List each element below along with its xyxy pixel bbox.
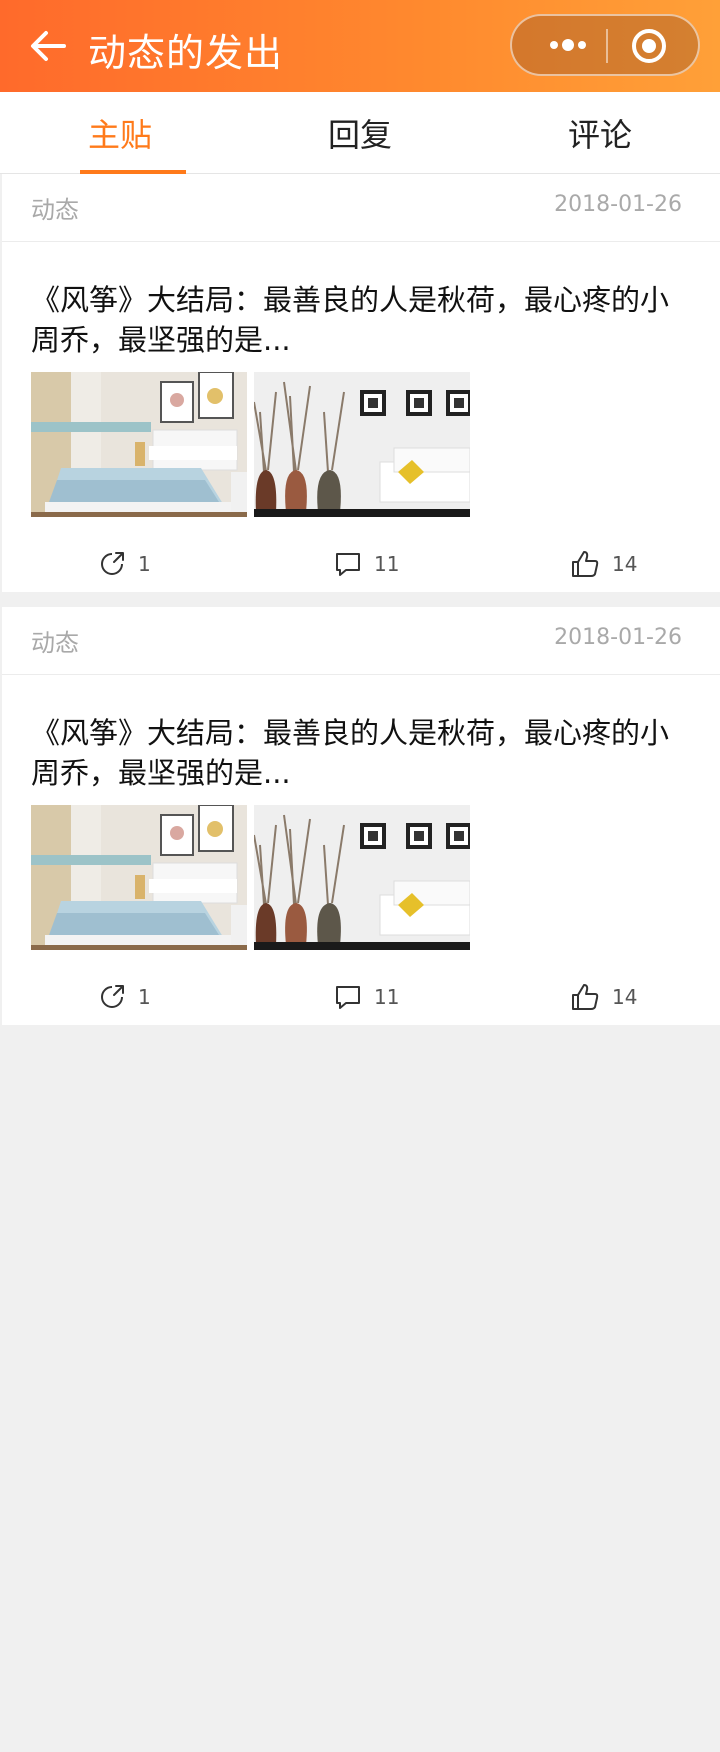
share-icon: [101, 552, 124, 575]
vases-living-room-photo: [254, 372, 470, 517]
post-image-vases[interactable]: [254, 805, 470, 950]
tab-main-posts[interactable]: 主贴: [40, 92, 200, 174]
post-card-header: 动态 2018-01-26: [2, 607, 720, 675]
tab-comments[interactable]: 评论: [520, 92, 680, 174]
tab-replies[interactable]: 回复: [280, 92, 440, 174]
thumbs-up-icon: [572, 984, 599, 1010]
bedroom-photo: [31, 805, 247, 950]
capsule-divider: [606, 29, 608, 63]
comment-count[interactable]: 11: [334, 977, 399, 1017]
share-icon: [101, 985, 124, 1008]
back-button[interactable]: [26, 24, 70, 68]
close-miniprogram-button[interactable]: [630, 27, 668, 65]
post-type: 动态: [31, 629, 79, 657]
post-date: 2018-01-26: [554, 625, 682, 650]
post-card[interactable]: 动态 2018-01-26 《风筝》大结局：最善良的人是秋荷，最心疼的小周乔，最…: [2, 174, 720, 592]
like-count[interactable]: 14: [570, 977, 637, 1017]
nav-header: 动态的发出: [0, 0, 720, 92]
vases-living-room-photo: [254, 805, 470, 950]
like-count[interactable]: 14: [570, 544, 637, 584]
arrow-left-icon: [31, 31, 66, 61]
comment-count-value: 11: [374, 985, 400, 1009]
page-title: 动态的发出: [88, 31, 284, 75]
tab-bar: 主贴 回复 评论: [0, 92, 720, 174]
post-image-bedroom[interactable]: [31, 372, 247, 517]
share-count[interactable]: 1: [98, 544, 151, 584]
more-dots-icon: [550, 39, 586, 51]
post-image-bedroom[interactable]: [31, 805, 247, 950]
comment-count[interactable]: 11: [334, 544, 399, 584]
like-count-value: 14: [612, 985, 638, 1009]
tab-label: 评论: [567, 116, 632, 154]
post-title[interactable]: 《风筝》大结局：最善良的人是秋荷，最心疼的小周乔，最坚强的是...: [31, 713, 691, 793]
share-count-value: 1: [138, 552, 151, 576]
post-card[interactable]: 动态 2018-01-26 《风筝》大结局：最善良的人是秋荷，最心疼的小周乔，最…: [2, 607, 720, 1025]
more-menu-button[interactable]: [540, 16, 596, 74]
post-type: 动态: [31, 196, 79, 224]
tab-label: 回复: [327, 116, 392, 154]
post-title[interactable]: 《风筝》大结局：最善良的人是秋荷，最心疼的小周乔，最坚强的是...: [31, 280, 691, 360]
share-count[interactable]: 1: [98, 977, 151, 1017]
post-date: 2018-01-26: [554, 192, 682, 217]
post-card-header: 动态 2018-01-26: [2, 174, 720, 242]
post-image-vases[interactable]: [254, 372, 470, 517]
share-count-value: 1: [138, 985, 151, 1009]
tab-label: 主贴: [87, 116, 152, 154]
like-count-value: 14: [612, 552, 638, 576]
bedroom-photo: [31, 372, 247, 517]
comment-count-value: 11: [374, 552, 400, 576]
target-icon: [632, 29, 666, 63]
comment-icon: [336, 553, 360, 576]
comment-icon: [336, 986, 360, 1009]
thumbs-up-icon: [572, 551, 599, 577]
miniprogram-capsule: [510, 14, 700, 76]
